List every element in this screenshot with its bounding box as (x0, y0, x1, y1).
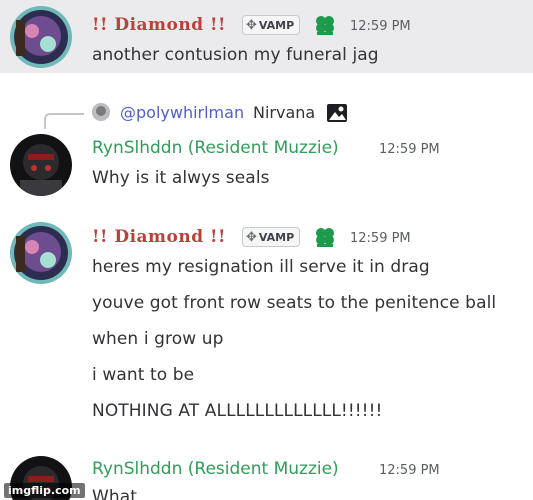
timestamp: 12:59 PM (379, 463, 440, 478)
message-text: NOTHING AT ALLLLLLLLLLLLL!!!!!! (92, 401, 383, 421)
tag-icon: ✥ (246, 18, 257, 33)
avatar[interactable] (10, 222, 72, 284)
tag-label: VAMP (258, 231, 295, 244)
timestamp: 12:59 PM (379, 142, 440, 157)
author-name[interactable]: RynSlhddn (Resident Muzzie) (92, 138, 339, 158)
reply-avatar[interactable] (92, 103, 110, 121)
author-name[interactable]: RynSlhddn (Resident Muzzie) (92, 459, 339, 479)
server-tag[interactable]: ✥ VAMP (242, 227, 301, 247)
message-text: What (92, 487, 138, 500)
message-text: i want to be (92, 365, 195, 385)
message-text: heres my resignation ill serve it in dra… (92, 257, 430, 277)
avatar[interactable] (10, 134, 72, 196)
timestamp: 12:59 PM (350, 231, 411, 246)
watermark: imgflip.com (4, 483, 85, 498)
author-name[interactable]: !! Diamond !! (92, 15, 226, 35)
reply-text[interactable]: Nirvana (253, 103, 315, 122)
message-ryn-1[interactable]: RynSlhddn (Resident Muzzie) 12:59 PM Why… (0, 128, 533, 198)
message-text: Why is it alwys seals (92, 168, 270, 188)
tag-icon: ✥ (246, 230, 257, 245)
tag-label: VAMP (258, 19, 295, 32)
author-name[interactable]: !! Diamond !! (92, 227, 226, 247)
server-tag[interactable]: ✥ VAMP (242, 15, 301, 35)
message-diamond-1[interactable]: !! Diamond !! ✥ VAMP 12:59 PM another con… (0, 0, 533, 73)
timestamp: 12:59 PM (350, 19, 411, 34)
avatar[interactable] (10, 6, 72, 68)
reply-mention[interactable]: @polywhirlman (120, 103, 244, 122)
message-diamond-2[interactable]: !! Diamond !! ✥ VAMP 12:59 PM heres my re… (0, 215, 533, 435)
message-text: youve got front row seats to the peniten… (92, 293, 497, 313)
clover-icon (316, 16, 334, 35)
reply-connector (44, 113, 84, 129)
message-text: when i grow up (92, 329, 224, 349)
image-icon (327, 104, 347, 122)
message-text: another contusion my funeral jag (92, 45, 379, 65)
clover-icon (316, 228, 334, 247)
